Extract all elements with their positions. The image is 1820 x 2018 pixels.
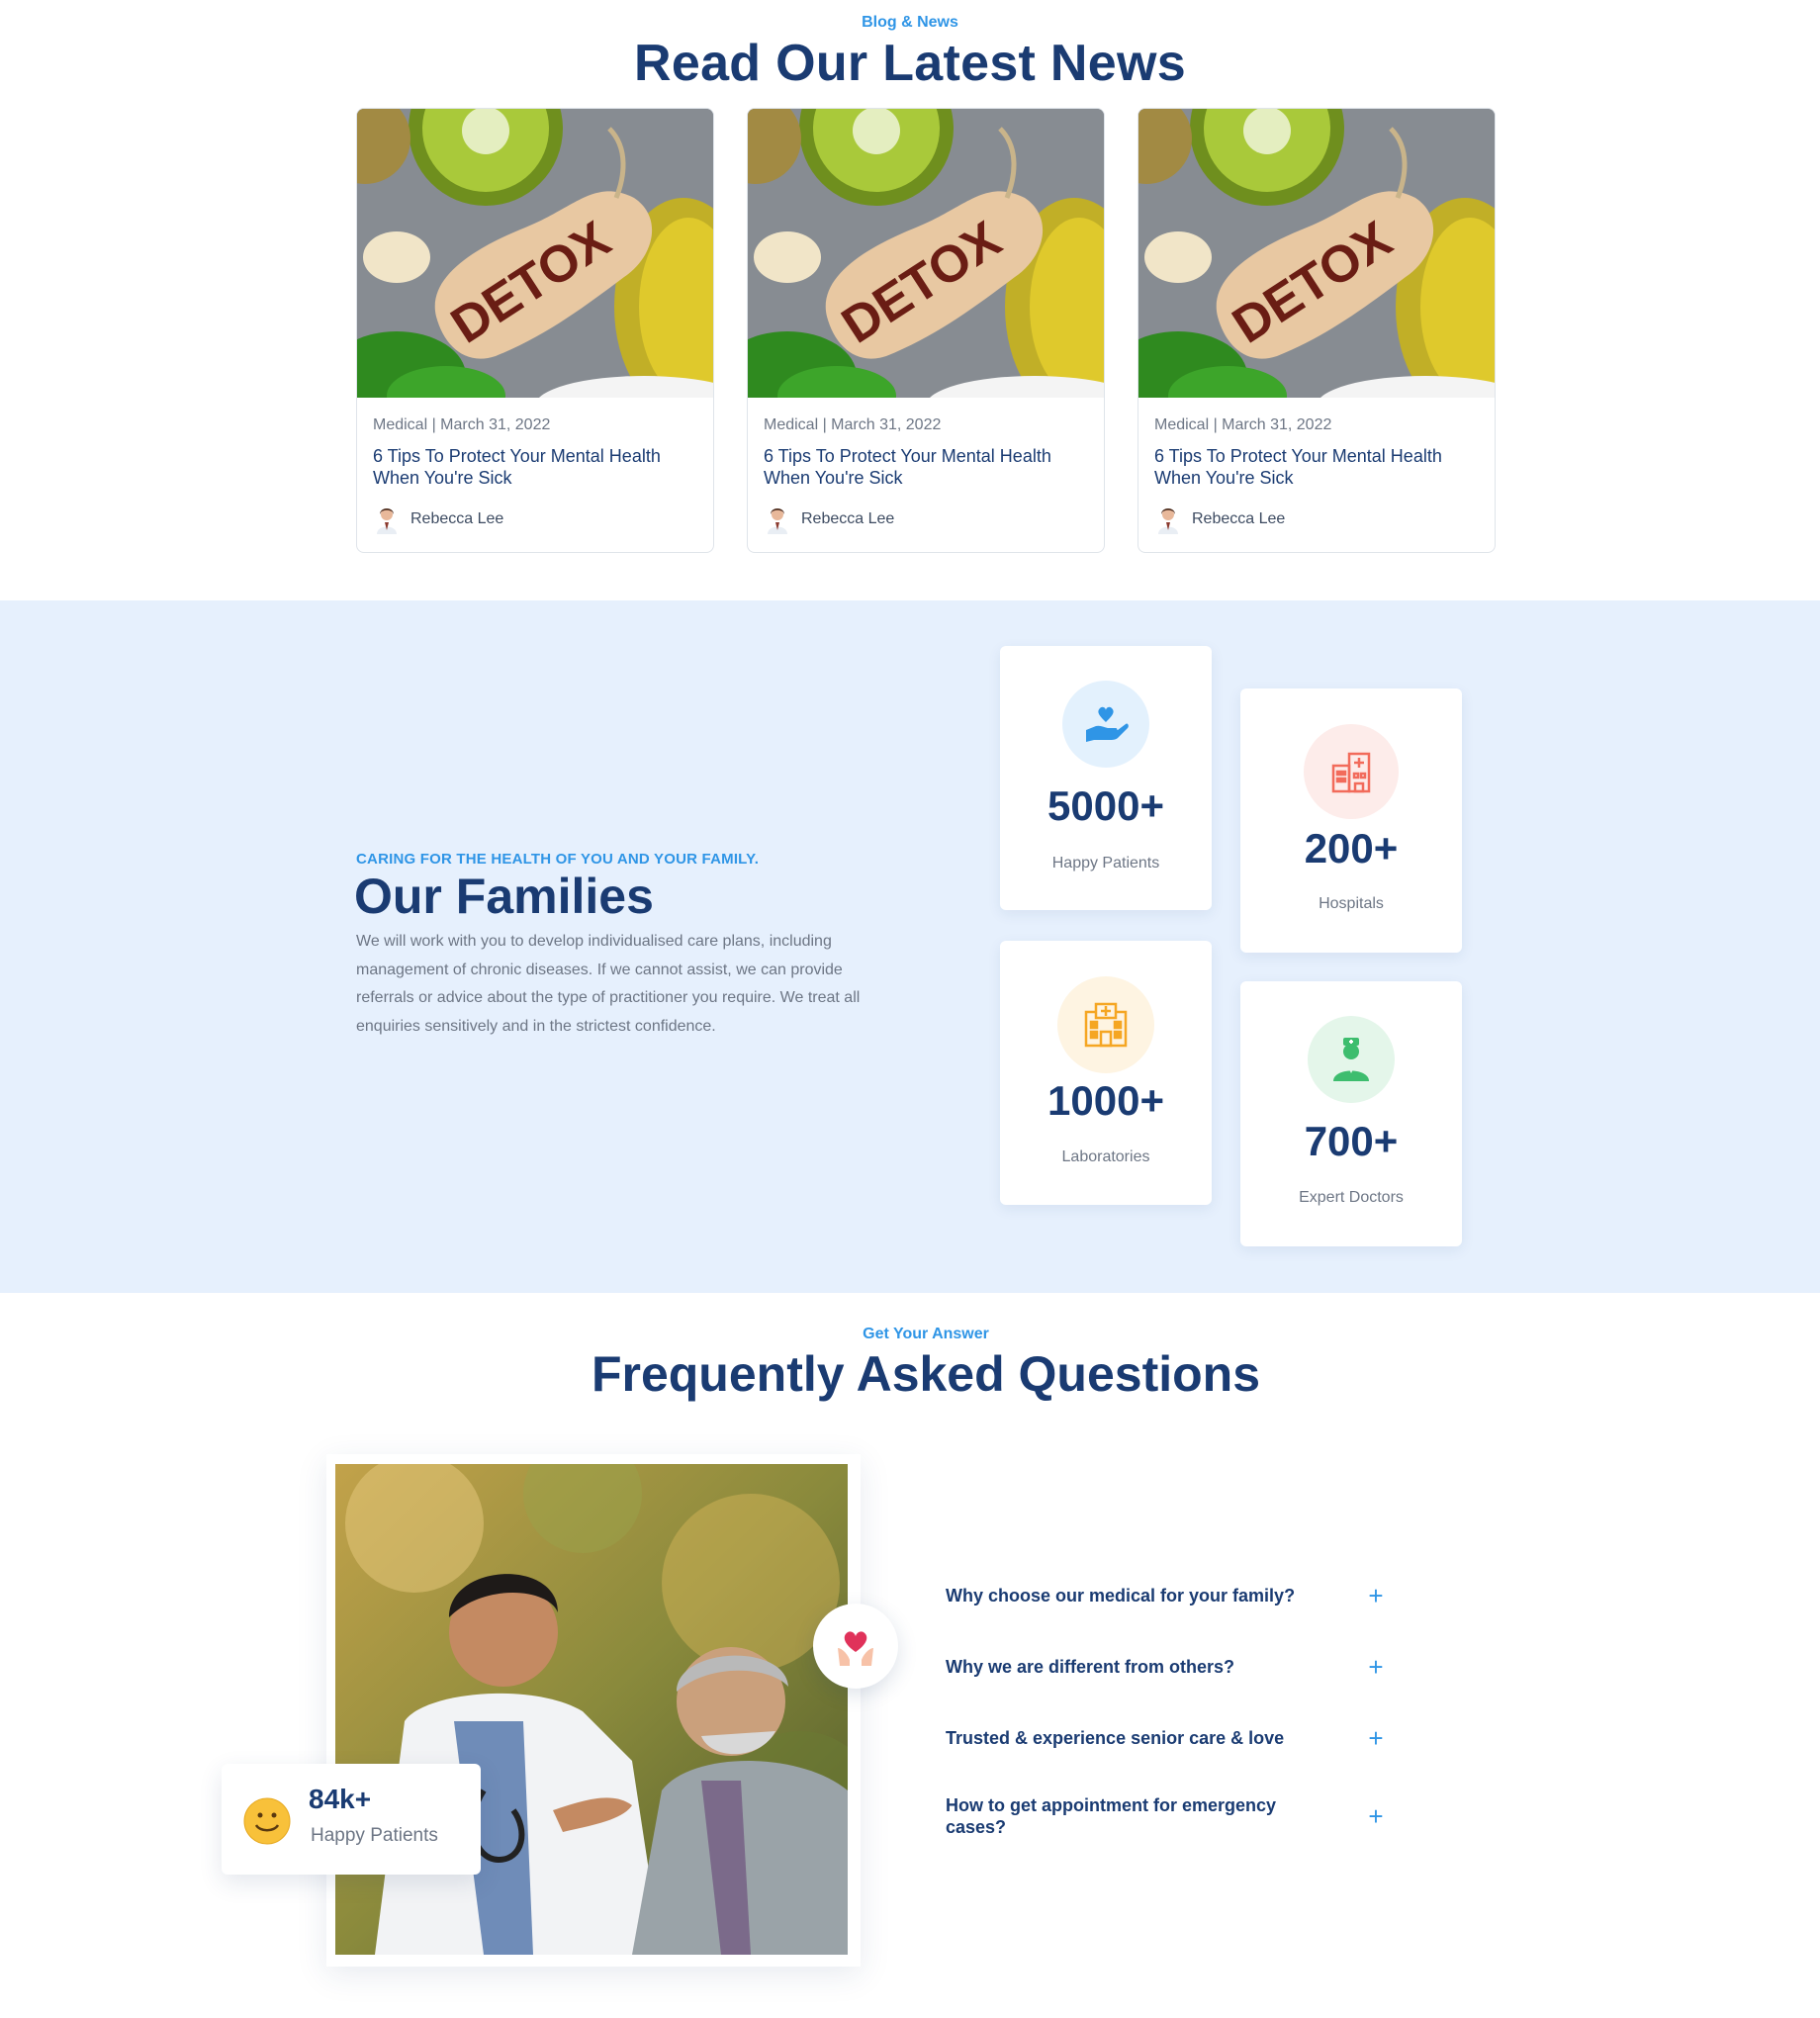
stat-label: Happy Patients [1051,855,1160,871]
blog-card[interactable]: DETOX Medical | March 31, 2022 6 Tips To… [1138,108,1496,553]
stat-card-laboratories: 1000+ Laboratories [1000,941,1212,1205]
blog-card-meta: Medical | March 31, 2022 [764,416,942,433]
author-name: Rebecca Lee [1192,510,1286,527]
stat-card-expert-doctors: 700+ Expert Doctors [1240,981,1462,1246]
blog-card-author[interactable]: Rebecca Lee [1154,504,1285,534]
blog-card-title[interactable]: 6 Tips To Protect Your Mental Health Whe… [1154,445,1486,489]
author-avatar [377,508,397,534]
blog-title: Read Our Latest News [634,35,1186,92]
faq-item[interactable]: Trusted & experience senior care & love … [946,1723,1391,1753]
blog-card-author[interactable]: Rebecca Lee [373,504,503,534]
patients-badge: 84k+ Happy Patients [222,1764,481,1875]
blog-card-meta: Medical | March 31, 2022 [373,416,551,433]
faq-eyebrow: Get Your Answer [863,1326,989,1342]
blog-card-list: DETOX Medical | March 31, 2022 6 Tips To… [356,108,1496,553]
faq-item[interactable]: How to get appointment for emergency cas… [946,1793,1391,1839]
smile-icon [243,1797,291,1845]
blog-card-author[interactable]: Rebecca Lee [764,504,894,534]
heart-badge [813,1604,898,1689]
stat-value: 1000+ [1047,1077,1164,1124]
blog-card-image[interactable]: DETOX [357,109,713,398]
faq-item[interactable]: Why we are different from others? + [946,1652,1391,1682]
plus-icon[interactable]: + [1361,1723,1391,1754]
faq-question[interactable]: Trusted & experience senior care & love [946,1727,1341,1749]
faq-question[interactable]: How to get appointment for emergency cas… [946,1794,1331,1838]
stat-card-hospitals: 200+ Hospitals [1240,688,1462,953]
laboratory-icon [1057,976,1154,1073]
patients-badge-label: Happy Patients [311,1825,438,1846]
families-section: CARING FOR THE HEALTH OF YOU AND YOUR FA… [0,600,1820,1293]
heart-hand-icon [1062,681,1149,768]
doctor-patient-photo [335,1464,848,1955]
blog-card-image[interactable]: DETOX [748,109,1104,398]
blog-card[interactable]: DETOX Medical | March 31, 2022 6 Tips To… [747,108,1105,553]
stat-label: Laboratories [1061,1148,1150,1165]
blog-card-image[interactable]: DETOX [1138,109,1495,398]
author-name: Rebecca Lee [801,510,895,527]
plus-icon[interactable]: + [1361,1652,1391,1683]
stat-value: 700+ [1304,1118,1399,1164]
families-description: We will work with you to develop individ… [356,933,861,1035]
patients-badge-value: 84k+ [309,1784,372,1814]
blog-eyebrow: Blog & News [862,14,958,31]
stat-label: Expert Doctors [1299,1189,1404,1206]
plus-icon[interactable]: + [1361,1581,1391,1611]
heart-care-icon [838,1631,873,1666]
blog-card-title[interactable]: 6 Tips To Protect Your Mental Health Whe… [373,445,704,489]
blog-card[interactable]: DETOX Medical | March 31, 2022 6 Tips To… [356,108,714,553]
stat-value: 200+ [1304,825,1399,871]
faq-question[interactable]: Why choose our medical for your family? [946,1585,1341,1606]
faq-question[interactable]: Why we are different from others? [946,1656,1341,1678]
stat-card-happy-patients: 5000+ Happy Patients [1000,646,1212,910]
author-name: Rebecca Lee [410,510,504,527]
author-avatar [1158,508,1178,534]
faq-title: Frequently Asked Questions [591,1346,1261,1402]
blog-card-title[interactable]: 6 Tips To Protect Your Mental Health Whe… [764,445,1095,489]
families-eyebrow: CARING FOR THE HEALTH OF YOU AND YOUR FA… [356,851,760,868]
families-title: Our Families [354,869,654,924]
faq-item[interactable]: Why choose our medical for your family? … [946,1581,1391,1610]
author-avatar [768,508,787,534]
blog-card-meta: Medical | March 31, 2022 [1154,416,1332,433]
hospital-icon [1304,724,1399,819]
stat-label: Hospitals [1319,895,1384,912]
stat-value: 5000+ [1047,782,1164,829]
doctor-icon [1308,1016,1395,1103]
plus-icon[interactable]: + [1361,1801,1391,1832]
